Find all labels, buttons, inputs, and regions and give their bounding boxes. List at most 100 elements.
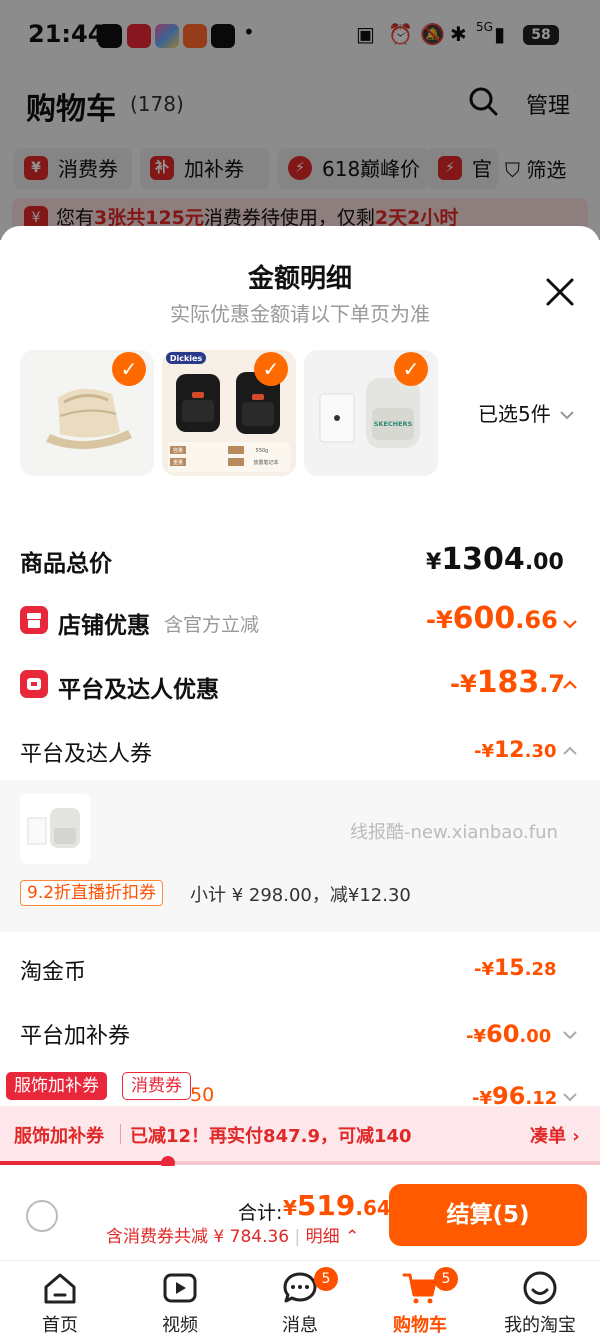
promo-label: 服饰加补券	[14, 1126, 104, 1147]
bonus-coupon-label: 平台加补券	[20, 1024, 131, 1049]
price-prefix: -¥	[426, 606, 453, 634]
svg-text:容量: 容量	[173, 447, 183, 454]
add-items-link[interactable]: 凑单 ›	[530, 1122, 580, 1148]
price-dec: .28	[524, 959, 557, 980]
platform-coupon-label: 平台及达人券	[20, 742, 153, 767]
total-amount: ¥519.64	[283, 1189, 391, 1222]
divider	[120, 1124, 121, 1144]
currency-symbol: ¥	[426, 550, 442, 575]
product-thumb-hat[interactable]: ✓	[20, 350, 154, 476]
checked-icon: ✓	[254, 352, 288, 386]
svg-text:Dickies: Dickies	[170, 354, 203, 363]
tab-label: 首页	[42, 1315, 78, 1336]
add-items-label: 凑单	[530, 1126, 566, 1147]
promo-progress	[0, 1156, 600, 1170]
tab-label: 消息	[282, 1315, 318, 1336]
chevron-down-icon	[560, 411, 574, 420]
tab-my-taobao[interactable]: 我的淘宝	[480, 1265, 600, 1336]
product-thumb-skechers[interactable]: SKECHERS ✓	[304, 350, 438, 476]
platform-discount-label: 平台及达人优惠	[58, 677, 219, 703]
hidden-row-partial: 50	[190, 1084, 215, 1106]
gold-coin-label: 淘金币	[20, 960, 87, 985]
chevron-right-icon: ›	[572, 1126, 580, 1147]
promo-text: 已减12！再实付847.9，可减140	[130, 1126, 412, 1147]
price-dec: .66	[515, 606, 558, 634]
message-icon	[283, 1272, 317, 1303]
progress-fill	[0, 1161, 168, 1165]
tab-label: 视频	[162, 1315, 198, 1336]
select-all-radio[interactable]	[26, 1200, 58, 1232]
close-icon[interactable]	[540, 272, 580, 312]
modal-overlay[interactable]	[0, 0, 600, 240]
price-int: 600	[452, 601, 516, 636]
sheet-title: 金额明细	[247, 264, 352, 294]
tab-messages[interactable]: 5 消息	[240, 1265, 360, 1336]
store-discount-value[interactable]: -¥600.66	[426, 601, 558, 636]
currency-symbol: ¥	[283, 1196, 297, 1220]
svg-text:放置笔记本: 放置笔记本	[253, 459, 278, 466]
checked-icon: ✓	[394, 352, 428, 386]
platform-icon	[20, 670, 48, 698]
tab-label: 我的淘宝	[504, 1315, 576, 1336]
tab-label: 购物车	[393, 1315, 447, 1336]
price-int: 12	[494, 738, 525, 763]
selected-count[interactable]: 已选5件	[478, 398, 575, 427]
message-badge: 5	[314, 1267, 338, 1291]
gold-coin-value: -¥15.28	[474, 956, 557, 981]
svg-text:SKECHERS: SKECHERS	[374, 420, 413, 428]
coupon-tag: 9.2折直播折扣券	[20, 880, 164, 906]
platform-discount-value[interactable]: -¥183.7	[450, 665, 565, 700]
checked-icon: ✓	[112, 352, 146, 386]
svg-text:重量: 重量	[173, 459, 183, 466]
chevron-up-icon[interactable]	[561, 676, 579, 694]
price-int: 183	[476, 665, 540, 700]
tab-home[interactable]: 首页	[0, 1265, 120, 1336]
price-dec: .30	[524, 741, 557, 762]
consumer-coupon-tag: 消费券	[122, 1072, 191, 1100]
chevron-down-icon[interactable]	[561, 1088, 579, 1106]
checkout-button[interactable]: 结算(5)	[389, 1184, 587, 1246]
total-label: 合计:	[238, 1202, 283, 1224]
chevron-up-icon[interactable]	[561, 742, 579, 760]
price-int: 15	[494, 956, 525, 981]
price-int: 60	[486, 1020, 520, 1048]
store-discount-note: 含官方立减	[164, 614, 260, 636]
tab-cart[interactable]: 5 购物车	[360, 1265, 480, 1336]
coupon-detail-panel	[0, 780, 600, 932]
price-prefix: -¥	[466, 1026, 486, 1047]
bonus-coupon-value[interactable]: -¥60.00	[466, 1020, 551, 1048]
total-price-value: ¥1304.00	[426, 542, 564, 577]
product-thumb-small	[20, 794, 90, 864]
apparel-bonus-tag: 服饰加补券	[6, 1072, 107, 1100]
total-price-label: 商品总价	[20, 551, 112, 577]
divider: |	[294, 1227, 301, 1247]
svg-text:550g: 550g	[256, 448, 269, 454]
profile-icon	[523, 1271, 557, 1305]
subtotal-text: 小计 ¥ 298.00，减¥12.30	[190, 885, 411, 906]
total-dec: .64	[355, 1196, 391, 1220]
video-icon	[163, 1273, 197, 1303]
selected-count-label: 已选5件	[478, 402, 551, 426]
chevron-down-icon[interactable]	[561, 615, 579, 633]
price-prefix: -¥	[450, 670, 477, 698]
price-int: 1304	[441, 542, 525, 577]
cart-icon	[402, 1273, 437, 1304]
home-icon	[44, 1273, 76, 1304]
price-dec: .00	[524, 550, 564, 575]
discount-text: 含消费券共减 ¥ 784.36	[106, 1227, 290, 1247]
cart-badge: 5	[434, 1267, 458, 1291]
price-prefix: -¥	[474, 959, 494, 980]
store-icon	[20, 606, 48, 634]
price-dec: .00	[519, 1026, 552, 1047]
tab-video[interactable]: 视频	[120, 1265, 240, 1336]
watermark: 线报酷-new.xianbao.fun	[350, 822, 558, 843]
chevron-up-icon: ⌃	[345, 1227, 360, 1247]
discount-summary[interactable]: 含消费券共减 ¥ 784.36 | 明细 ⌃	[106, 1222, 359, 1247]
platform-coupon-value[interactable]: -¥12.30	[474, 738, 557, 763]
price-prefix: -¥	[474, 741, 494, 762]
detail-link: 明细	[305, 1227, 340, 1247]
store-discount-label: 店铺优惠	[58, 613, 150, 639]
product-thumb-dickies[interactable]: Dickies 容量 重量 550g 放置笔记本 ✓	[162, 350, 296, 476]
sheet-subtitle: 实际优惠金额请以下单页为准	[170, 302, 430, 326]
chevron-down-icon[interactable]	[561, 1026, 579, 1044]
